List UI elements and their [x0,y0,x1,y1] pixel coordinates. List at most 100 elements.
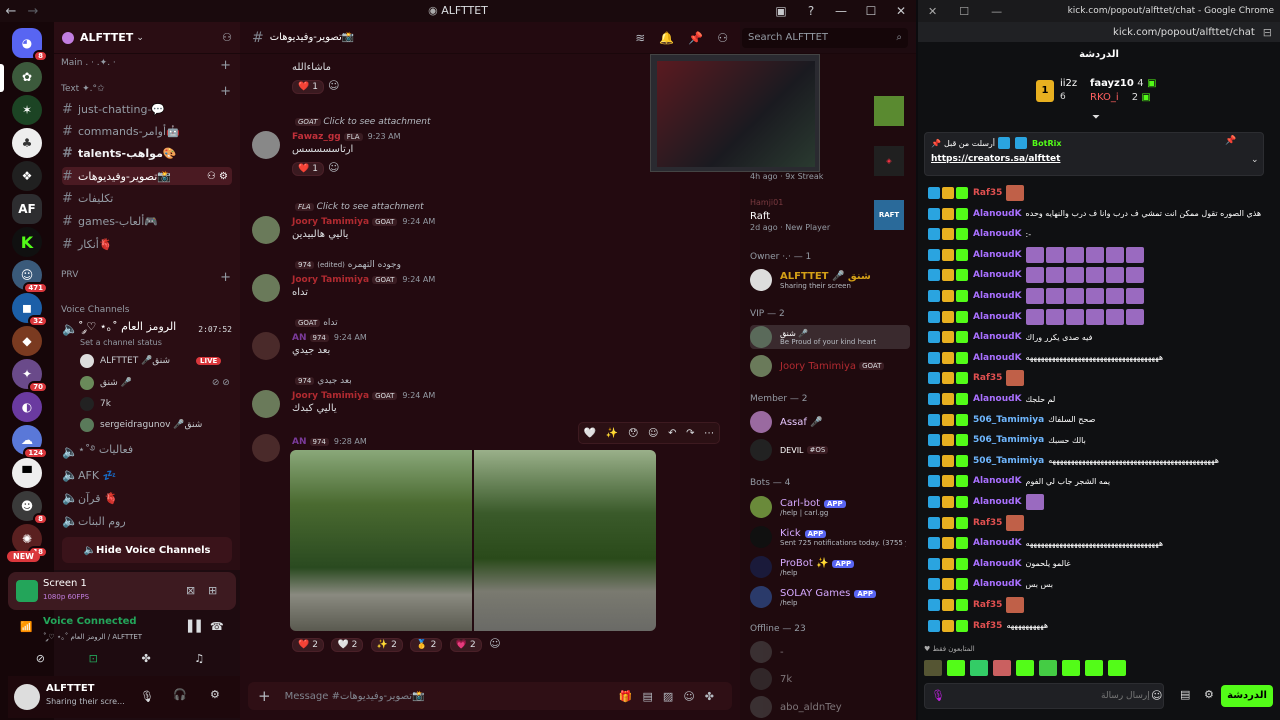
add-member-icon[interactable]: ⚇ [222,31,232,44]
microphone-icon[interactable]: 🎙 [931,689,945,702]
reaction[interactable]: ❤️ 2 [292,638,324,652]
kick-chat-message[interactable]: AlanoudK:- [928,225,1268,243]
kick-chat-message[interactable]: Raf35 [928,514,1268,532]
hide-voice-channels-button[interactable]: 🔈 Hide Voice Channels [62,537,232,563]
bot-member[interactable]: Carl-bot APP/help | carl.gg [750,495,846,519]
kick-chat-message[interactable]: 506_Tamimiya بالك حسبك [928,431,1268,449]
inbox-icon[interactable]: ▣ [766,4,796,18]
help-icon[interactable]: ? [796,4,826,18]
settings-gear-icon[interactable]: ⚙ [210,688,220,701]
kick-chat-message[interactable]: Raf35 [928,596,1268,614]
author-name[interactable]: AN [292,437,307,447]
search-input[interactable]: Search ALFTTET ⌕ [742,27,908,48]
add-channel-icon[interactable]: + [220,270,231,285]
kick-chat-message[interactable]: AlanoudK [928,246,1268,264]
voice-channel-general[interactable]: 🔈 ˚ ༘♡ ⋆｡˚ الرومز العام 2:07:52 [62,320,232,338]
voice-user[interactable]: شنق 🎤 ⊘ ⊘ [80,374,230,392]
send-chat-button[interactable]: الدردشة [1221,685,1273,707]
reaction[interactable]: 💗 2 [449,638,482,652]
activity-user[interactable]: Hamji01 [750,198,783,207]
reply-preview[interactable]: Click to see attachment [317,202,424,212]
chat-message[interactable]: FLA Click to see attachment Joory Tamimi… [252,202,722,244]
pinned-message[interactable]: 📌 أرسلت من قبل BotRix https://creators.s… [924,132,1264,176]
chat-username[interactable]: AlanoudK [973,291,1022,301]
category-text[interactable]: Text ✦.°✩ + [61,84,231,99]
chat-username[interactable]: 506_Tamimiya [973,456,1044,466]
reply-preview[interactable]: Click to see attachment [323,117,430,127]
stream-preview-thumbnail[interactable] [650,54,820,172]
member-vip[interactable]: شنق 🎤 Be Proud of your kind heart [750,325,910,349]
leaderboard-entry[interactable]: faayz10 4 ▣ [1090,78,1157,89]
maximize-button[interactable]: ☐ [856,4,886,18]
member-vip[interactable]: Joory Tamimiya GOAT [750,354,885,378]
chat-username[interactable]: Raf35 [973,188,1002,198]
server-icon-af[interactable]: AF [12,194,42,224]
chat-username[interactable]: AlanoudK [973,270,1022,280]
server-icon-13[interactable]: ✺18 [12,524,48,558]
maximize-button[interactable]: ☐ [959,5,969,18]
kick-chat-message[interactable]: Raf35 ههههههههههه [928,617,1268,635]
kick-chat-message[interactable]: AlanoudK [928,308,1268,326]
attachment-image-1[interactable] [290,450,472,631]
chat-username[interactable]: AlanoudK [973,312,1022,322]
offline-member[interactable]: 7k [750,667,792,691]
kick-chat-message[interactable]: Raf35 [928,369,1268,387]
chat-username[interactable]: AlanoudK [973,353,1022,363]
site-settings-icon[interactable]: ⊟ [1263,26,1272,39]
expand-chevron-icon[interactable]: ⌄ [1251,155,1259,165]
chat-username[interactable]: Raf35 [973,518,1002,528]
member[interactable]: Assaf 🎤 [750,410,823,434]
kick-chat-message[interactable]: AlanoudK [928,287,1268,305]
voice-channel-afk[interactable]: 🔈 AFK 💤 [62,466,232,484]
channel-settings-icon[interactable]: ⚇ ⚙ [207,171,228,182]
channel-talents[interactable]: # talents-مواهب🎨 [62,144,232,162]
channel-games[interactable]: # games-ألعاب🎮 [62,212,232,230]
pinned-link[interactable]: https://creators.sa/alfttet [931,154,1060,164]
author-name[interactable]: Fawaz_gg [292,132,341,142]
bot-member[interactable]: SOLAY Games APP/help [750,585,877,609]
face-reaction-icon[interactable]: 😯 [628,428,638,439]
apps-icon[interactable]: ✤ [705,690,724,703]
kick-chat-message[interactable]: AlanoudK لم حلجك [928,390,1268,408]
reaction[interactable]: 🥇 2 [410,638,443,652]
voice-user[interactable]: 7k [80,395,111,413]
server-icon-4[interactable]: ❖ [12,161,42,191]
bell-icon[interactable]: 🔔 [659,31,688,45]
emote-icon[interactable] [924,660,942,676]
reaction[interactable]: ✨ 2 [370,638,403,652]
chat-username[interactable]: AlanoudK [973,497,1022,507]
category-prv[interactable]: PRV + [61,270,231,285]
add-reaction-icon[interactable]: ☺ [328,79,339,92]
server-icon-7[interactable]: ◆ [12,326,42,356]
server-icon-10[interactable]: ☁ 124 [12,425,48,459]
attachment-image-2[interactable] [474,450,656,631]
activities-icon[interactable]: ✤ [141,652,150,665]
unpin-icon[interactable]: 📌 [1225,136,1236,146]
channel-status[interactable]: Set a channel status [80,338,162,347]
kick-chat-message[interactable]: AlanoudK [928,266,1268,284]
noise-suppression-icon[interactable]: ▌▌ [188,620,205,633]
avatar[interactable] [252,390,280,418]
kick-chat-message[interactable]: 506_Tamimiya صحح السلفاك [928,411,1268,429]
chat-username[interactable]: AlanoudK [973,538,1022,548]
kick-chat-message[interactable]: AlanoudK يمه الشجر جاب لي الفوم [928,472,1268,490]
chat-username[interactable]: AlanoudK [973,559,1022,569]
reaction[interactable]: 🤍 2 [331,638,364,652]
microphone-icon[interactable]: 🎙 [140,690,154,703]
server-header[interactable]: ALFTTET ⌄ ⚇ [54,22,240,54]
heart-reaction-icon[interactable]: 🤍 [584,428,596,439]
emoji-icon[interactable]: ☺ [1151,689,1162,702]
bot-member[interactable]: ProBot ✨ APP/help [750,555,855,579]
offline-member[interactable]: abo_aldnTey [750,695,842,719]
stream-settings-icon[interactable]: ⊞ [208,584,217,597]
message-input[interactable]: Message #تصوير-وفيديوهات📸 [285,691,425,702]
kick-chat-message[interactable]: AlanoudK هههههههههههههههههههههههههههههههه… [928,349,1268,367]
settings-gear-icon[interactable]: ⚙ [1204,688,1214,701]
kick-chat-message[interactable]: AlanoudK فيه صدى يكرر وراك [928,328,1268,346]
chat-username[interactable]: 506_Tamimiya [973,415,1044,425]
chat-username[interactable]: AlanoudK [973,229,1022,239]
emote-icon[interactable] [1016,660,1034,676]
server-icon-9[interactable]: ◐ [12,392,42,422]
chat-username[interactable]: AlanoudK [973,332,1022,342]
emote-icon[interactable] [1108,660,1126,676]
